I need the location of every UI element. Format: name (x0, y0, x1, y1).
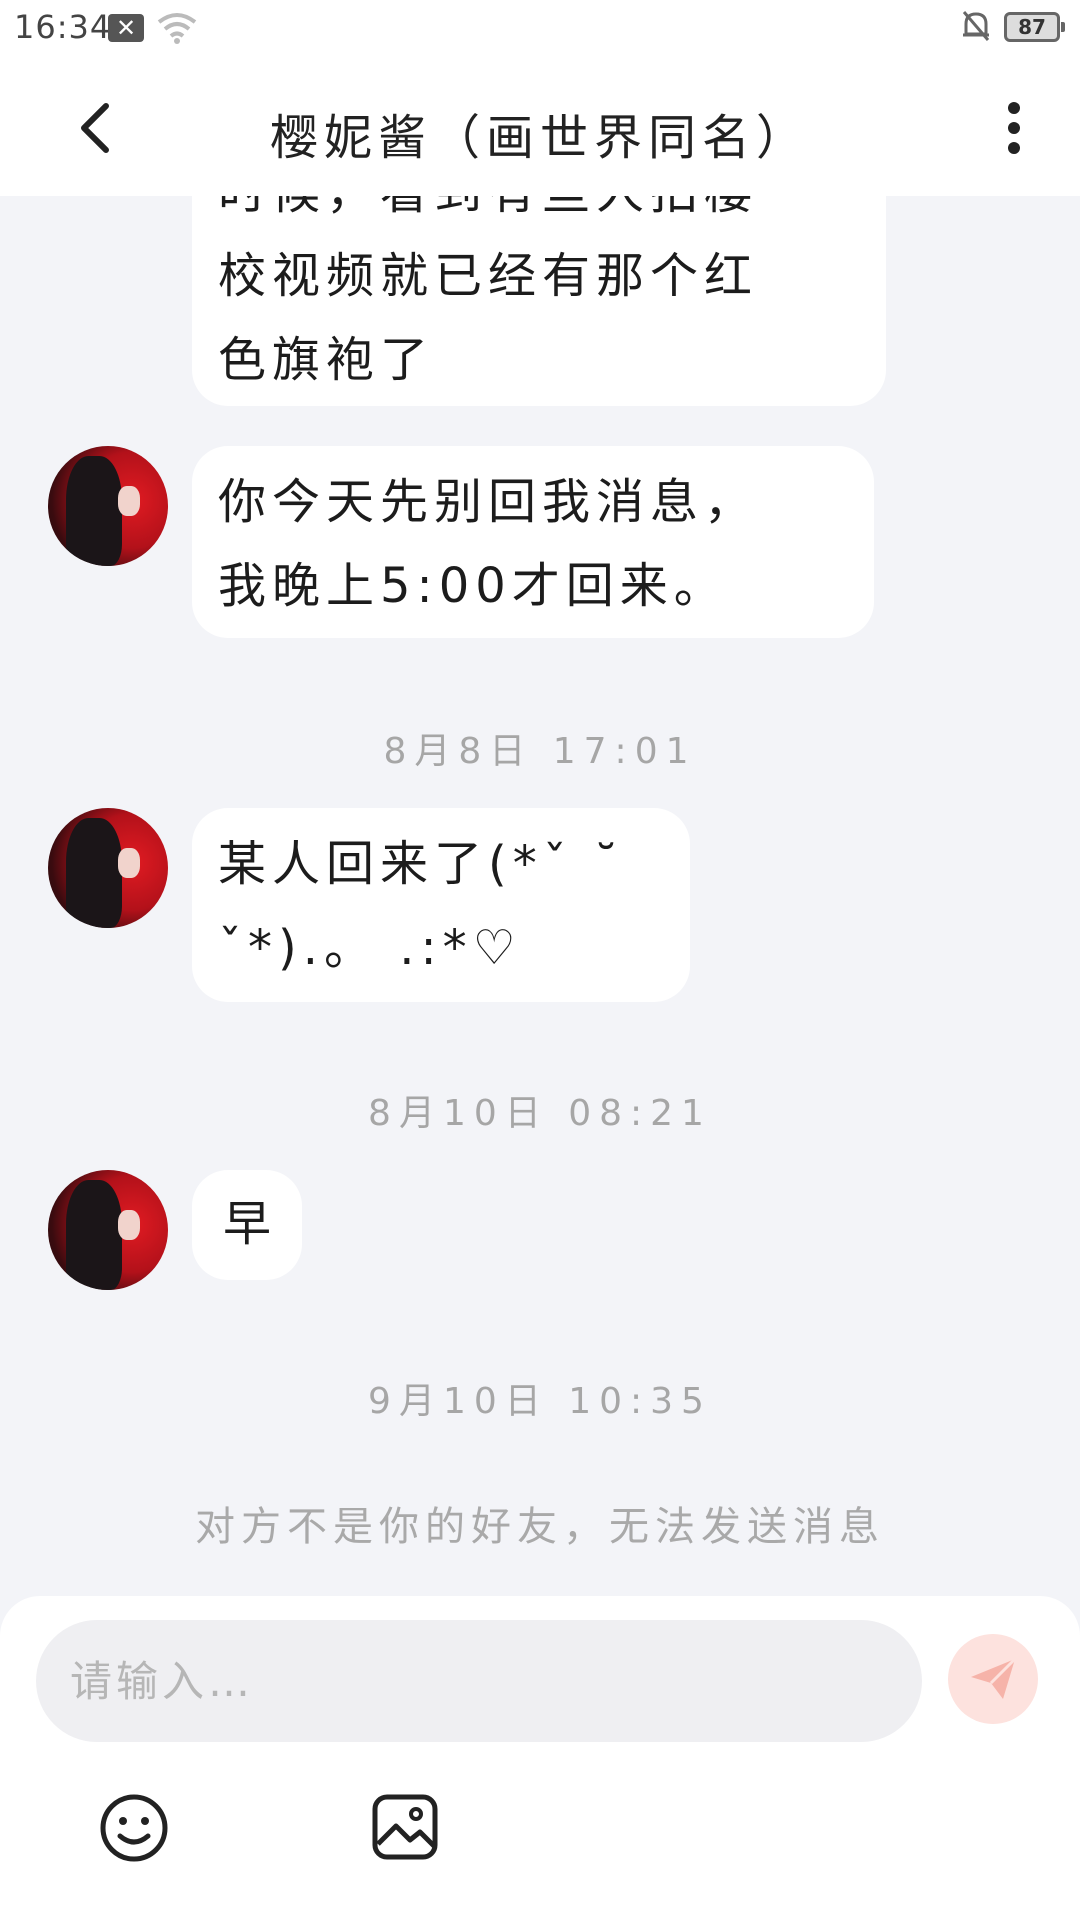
message-bubble[interactable]: 某人回来了(*ˇ ˘ ˇ*).。 .:*♡ (192, 808, 690, 1002)
message-line: 某人回来了(*ˇ ˘ (218, 836, 624, 892)
input-panel (0, 1596, 1080, 1920)
image-icon[interactable] (370, 1792, 440, 1862)
top-nav: 樱妮酱（画世界同名） (0, 56, 1080, 196)
message-line: ˇ*).。 .:*♡ (218, 920, 522, 976)
message-timestamp: 9月10日 10:35 (368, 1381, 712, 1422)
message-input[interactable] (36, 1620, 922, 1742)
wifi-icon (157, 13, 197, 44)
message-bubble[interactable]: 时候，看到有些人拍樱 校视频就已经有那个红 色旗袍了 (192, 196, 886, 406)
message-bubble[interactable]: 早 (192, 1170, 302, 1280)
bell-muted-icon (962, 11, 990, 41)
back-arrow-icon[interactable] (70, 98, 126, 158)
avatar[interactable] (48, 446, 168, 566)
message-line: 我晚上5:00才回来。 (218, 558, 728, 614)
more-vertical-icon[interactable] (994, 98, 1034, 158)
chat-area[interactable]: 时候，看到有些人拍樱 校视频就已经有那个红 色旗袍了 你今天先别回我消息， 我晚… (0, 196, 1080, 1596)
message-line: 早 (222, 1196, 271, 1252)
status-time: 16:34 (14, 8, 112, 46)
message-timestamp: 8月8日 17:01 (383, 731, 697, 772)
x-notification-icon: ✕ (108, 14, 144, 42)
message-line: 时候，看到有些人拍樱 (218, 196, 860, 234)
avatar[interactable] (48, 808, 168, 928)
message-line: 校视频就已经有那个红 (218, 248, 759, 304)
message-line: 色旗袍了 (218, 332, 435, 388)
battery-icon: 87 (1004, 12, 1065, 42)
avatar[interactable] (48, 1170, 168, 1290)
message-line: 你今天先别回我消息， (218, 474, 759, 530)
status-bar: 16:34 ✕ 87 (0, 0, 1080, 56)
not-friend-notice: 对方不是你的好友，无法发送消息 (195, 1504, 885, 1550)
message-timestamp: 8月10日 08:21 (368, 1093, 712, 1134)
smile-icon[interactable] (98, 1792, 170, 1864)
message-bubble[interactable]: 你今天先别回我消息， 我晚上5:00才回来。 (192, 446, 874, 638)
send-icon (971, 1657, 1017, 1699)
page-title: 樱妮酱（画世界同名） (269, 110, 810, 166)
send-button[interactable] (948, 1634, 1038, 1724)
